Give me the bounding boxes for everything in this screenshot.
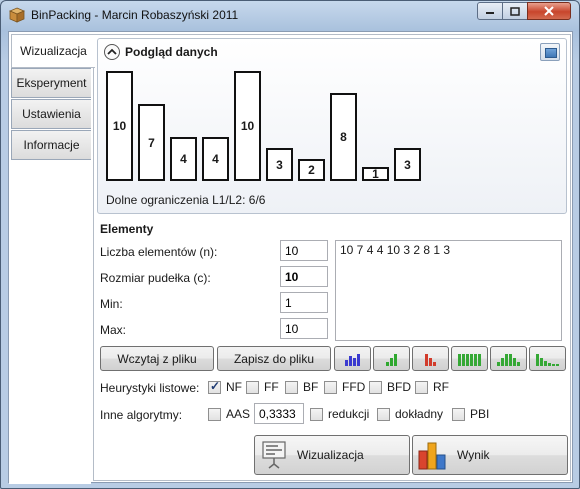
green-desc-bars-icon (536, 352, 559, 366)
blue-bars-button[interactable] (334, 346, 371, 371)
load-file-button[interactable]: Wczytaj z pliku (100, 346, 214, 371)
item-bar: 10 (234, 71, 261, 181)
exact-label: dokładny (395, 407, 444, 421)
capacity-field[interactable] (280, 266, 328, 287)
pbi-checkbox[interactable] (452, 407, 465, 421)
max-label: Max: (100, 323, 127, 337)
minimize-icon (486, 12, 494, 14)
heuristic-rf[interactable]: RF (415, 380, 449, 394)
close-icon (544, 6, 554, 16)
min-label: Min: (100, 297, 123, 311)
minimize-button[interactable] (477, 2, 503, 20)
tab-informacje[interactable]: Informacje (11, 130, 91, 160)
rf-label: RF (433, 380, 449, 394)
close-button[interactable] (527, 2, 571, 20)
aas-value-field[interactable] (254, 403, 304, 424)
reduction-checkbox[interactable] (310, 407, 323, 421)
elements-title: Elementy (100, 222, 154, 236)
result-button[interactable]: Wynik (412, 435, 568, 475)
presentation-icon (262, 441, 286, 469)
nf-label: NF (226, 380, 242, 394)
lower-bounds-text: Dolne ograniczenia L1/L2: 6/6 (106, 193, 266, 207)
reduction-option[interactable]: redukcji (310, 407, 369, 421)
min-field[interactable] (280, 292, 328, 313)
item-bar: 7 (138, 104, 165, 181)
green-bell-bars-icon (497, 352, 520, 366)
bf-label: BF (303, 380, 319, 394)
green-bars-button[interactable] (373, 346, 410, 371)
rf-checkbox[interactable] (415, 380, 428, 394)
heuristic-nf[interactable]: NF (208, 379, 242, 394)
green-desc-bars-button[interactable] (529, 346, 566, 371)
item-bar: 2 (298, 159, 325, 181)
ff-label: FF (264, 380, 279, 394)
ffd-label: FFD (342, 380, 366, 394)
count-label: Liczba elementów (n): (100, 245, 218, 259)
visualize-label: Wizualizacja (297, 448, 364, 462)
item-bar: 10 (106, 71, 133, 181)
tab-wizualizacja[interactable]: Wizualizacja (11, 34, 95, 68)
item-bar: 8 (330, 93, 357, 181)
result-label: Wynik (457, 448, 490, 462)
elements-list-textarea[interactable]: 10 7 4 4 10 3 2 8 1 3 (335, 240, 562, 341)
tab-content: Podgląd danych 10 7 4 4 10 3 2 8 1 3 Dolne ograni… (93, 34, 571, 481)
heuristic-ff[interactable]: FF (246, 380, 279, 394)
green-even-bars-icon (458, 352, 481, 366)
bfd-checkbox[interactable] (369, 380, 382, 394)
aas-checkbox[interactable] (208, 407, 221, 421)
bfd-label: BFD (387, 380, 411, 394)
green-even-bars-button[interactable] (451, 346, 488, 371)
tab-eksperyment[interactable]: Eksperyment (11, 68, 91, 98)
item-bar: 3 (266, 148, 293, 181)
maximize-icon (510, 6, 520, 16)
item-bar: 4 (202, 137, 229, 181)
bf-checkbox[interactable] (285, 380, 298, 394)
ffd-checkbox[interactable] (324, 380, 337, 394)
other-algorithms-label: Inne algorytmy: (100, 408, 183, 422)
tab-strip: Wizualizacja Eksperyment Ustawienia Info… (9, 32, 95, 484)
capacity-label: Rozmiar pudełka (c): (100, 271, 211, 285)
item-bar: 4 (170, 137, 197, 181)
heuristics-label: Heurystyki listowe: (100, 381, 200, 395)
blue-bars-icon (345, 352, 360, 366)
ff-checkbox[interactable] (246, 380, 259, 394)
exact-checkbox[interactable] (377, 407, 390, 421)
max-field[interactable] (280, 318, 328, 339)
exact-option[interactable]: dokładny (377, 407, 443, 421)
bar-chart-icon (418, 442, 446, 470)
nf-checkbox[interactable] (208, 379, 221, 394)
red-bars-button[interactable] (412, 346, 449, 371)
tab-ustawienia[interactable]: Ustawienia (11, 99, 91, 129)
reduction-label: redukcji (328, 407, 370, 421)
app-window: BinPacking - Marcin Robaszyński 2011 Wiz… (0, 0, 580, 489)
client-area: Wizualizacja Eksperyment Ustawienia Info… (8, 31, 573, 484)
pbi-label: PBI (470, 407, 490, 421)
package-box-icon (9, 7, 25, 23)
item-bar: 3 (394, 148, 421, 181)
aas-option[interactable]: AAS (208, 407, 250, 421)
red-bars-icon (425, 352, 436, 366)
heuristic-bf[interactable]: BF (285, 380, 318, 394)
item-bar: 1 (362, 167, 389, 181)
heuristic-bfd[interactable]: BFD (369, 380, 411, 394)
count-field[interactable] (280, 240, 328, 261)
pbi-option[interactable]: PBI (452, 407, 489, 421)
maximize-button[interactable] (502, 2, 528, 20)
heuristic-ffd[interactable]: FFD (324, 380, 365, 394)
title-bar[interactable]: BinPacking - Marcin Robaszyński 2011 (1, 1, 579, 29)
data-preview-panel: Podgląd danych 10 7 4 4 10 3 2 8 1 3 Dolne ograni… (97, 38, 567, 214)
visualize-button[interactable]: Wizualizacja (254, 435, 410, 475)
item-bars: 10 7 4 4 10 3 2 8 1 3 (98, 39, 568, 215)
green-bars-icon (386, 352, 397, 366)
aas-label: AAS (226, 407, 251, 421)
window-title: BinPacking - Marcin Robaszyński 2011 (31, 8, 239, 22)
green-bell-bars-button[interactable] (490, 346, 527, 371)
save-file-button[interactable]: Zapisz do pliku (217, 346, 331, 371)
